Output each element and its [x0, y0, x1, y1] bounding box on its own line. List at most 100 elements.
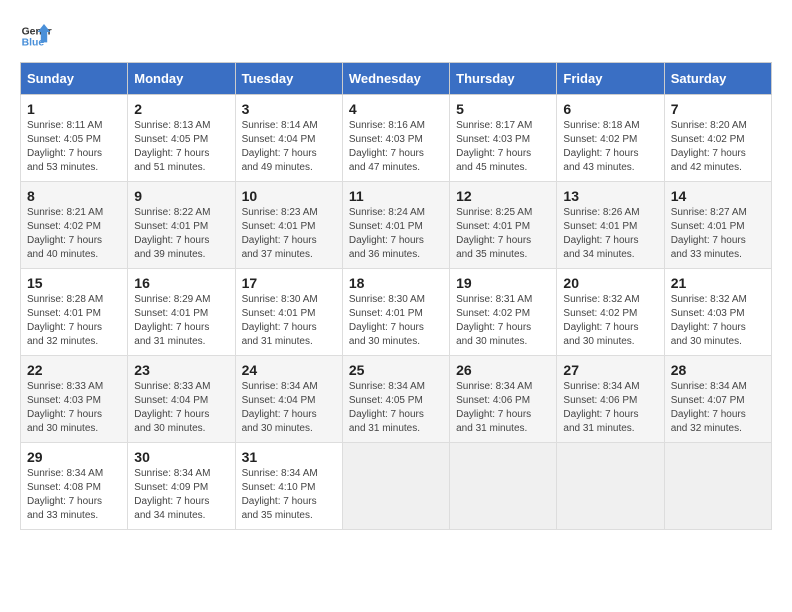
cell-content: Sunrise: 8:28 AMSunset: 4:01 PMDaylight:… [27, 293, 121, 349]
calendar-cell: 3 Sunrise: 8:14 AMSunset: 4:04 PMDaylight… [235, 95, 342, 182]
calendar-cell: 9 Sunrise: 8:22 AMSunset: 4:01 PMDaylight… [128, 182, 235, 269]
calendar-cell: 19Sunrise: 8:31 AMSunset: 4:02 PMDayligh… [450, 269, 557, 356]
cell-content: Sunrise: 8:22 AMSunset: 4:01 PMDaylight:… [134, 206, 228, 262]
calendar-cell: 20 Sunrise: 8:32 AMSunset: 4:02 PMDayligh… [557, 269, 664, 356]
cell-content: Sunrise: 8:34 AMSunset: 4:06 PMDaylight:… [563, 380, 657, 436]
cell-content: Sunrise: 8:34 AMSunset: 4:10 PMDaylight:… [242, 467, 336, 523]
day-number: 28 [671, 362, 765, 378]
day-number: 3 [242, 101, 336, 117]
calendar-cell: 30 Sunrise: 8:34 AMSunset: 4:09 PMDayligh… [128, 443, 235, 530]
cell-content: Sunrise: 8:26 AMSunset: 4:01 PMDaylight:… [563, 206, 657, 262]
day-number: 17 [242, 275, 336, 291]
calendar-cell: 28 Sunrise: 8:34 AMSunset: 4:07 PMDayligh… [664, 356, 771, 443]
cell-content: Sunrise: 8:34 AMSunset: 4:09 PMDaylight:… [134, 467, 228, 523]
calendar-cell: 6 Sunrise: 8:18 AMSunset: 4:02 PMDaylight… [557, 95, 664, 182]
calendar-cell: 17Sunrise: 8:30 AMSunset: 4:01 PMDayligh… [235, 269, 342, 356]
day-number: 20 [563, 275, 657, 291]
col-header-friday: Friday [557, 63, 664, 95]
calendar-cell: 1Sunrise: 8:11 AMSunset: 4:05 PMDaylight… [21, 95, 128, 182]
day-number: 12 [456, 188, 550, 204]
calendar-row: 15 Sunrise: 8:28 AMSunset: 4:01 PMDayligh… [21, 269, 772, 356]
calendar-cell: 13 Sunrise: 8:26 AMSunset: 4:01 PMDayligh… [557, 182, 664, 269]
cell-content: Sunrise: 8:34 AMSunset: 4:04 PMDaylight:… [242, 380, 336, 436]
calendar-cell: 15 Sunrise: 8:28 AMSunset: 4:01 PMDayligh… [21, 269, 128, 356]
day-number: 7 [671, 101, 765, 117]
col-header-monday: Monday [128, 63, 235, 95]
cell-content: Sunrise: 8:16 AMSunset: 4:03 PMDaylight:… [349, 119, 443, 175]
col-header-saturday: Saturday [664, 63, 771, 95]
cell-content: Sunrise: 8:29 AMSunset: 4:01 PMDaylight:… [134, 293, 228, 349]
calendar-cell [664, 443, 771, 530]
day-number: 24 [242, 362, 336, 378]
cell-content: Sunrise: 8:17 AMSunset: 4:03 PMDaylight:… [456, 119, 550, 175]
day-number: 29 [27, 449, 121, 465]
calendar-row: 8 Sunrise: 8:21 AMSunset: 4:02 PMDaylight… [21, 182, 772, 269]
cell-content: Sunrise: 8:34 AMSunset: 4:06 PMDaylight:… [456, 380, 550, 436]
col-header-thursday: Thursday [450, 63, 557, 95]
cell-content: Sunrise: 8:14 AMSunset: 4:04 PMDaylight:… [242, 119, 336, 175]
calendar-cell: 12 Sunrise: 8:25 AMSunset: 4:01 PMDayligh… [450, 182, 557, 269]
day-number: 4 [349, 101, 443, 117]
calendar-cell: 31 Sunrise: 8:34 AMSunset: 4:10 PMDayligh… [235, 443, 342, 530]
calendar-table: SundayMondayTuesdayWednesdayThursdayFrid… [20, 62, 772, 530]
day-number: 21 [671, 275, 765, 291]
day-number: 5 [456, 101, 550, 117]
calendar-cell: 14 Sunrise: 8:27 AMSunset: 4:01 PMDayligh… [664, 182, 771, 269]
cell-content: Sunrise: 8:34 AMSunset: 4:05 PMDaylight:… [349, 380, 443, 436]
day-number: 2 [134, 101, 228, 117]
cell-content: Sunrise: 8:13 AMSunset: 4:05 PMDaylight:… [134, 119, 228, 175]
day-number: 11 [349, 188, 443, 204]
cell-content: Sunrise: 8:30 AMSunset: 4:01 PMDaylight:… [349, 293, 443, 349]
calendar-cell: 23Sunrise: 8:33 AMSunset: 4:04 PMDayligh… [128, 356, 235, 443]
day-number: 16 [134, 275, 228, 291]
calendar-cell: 24 Sunrise: 8:34 AMSunset: 4:04 PMDayligh… [235, 356, 342, 443]
col-header-wednesday: Wednesday [342, 63, 449, 95]
calendar-row: 29 Sunrise: 8:34 AMSunset: 4:08 PMDayligh… [21, 443, 772, 530]
cell-content: Sunrise: 8:11 AMSunset: 4:05 PMDaylight:… [27, 119, 121, 175]
day-number: 14 [671, 188, 765, 204]
cell-content: Sunrise: 8:34 AMSunset: 4:08 PMDaylight:… [27, 467, 121, 523]
day-number: 18 [349, 275, 443, 291]
calendar-cell: 8 Sunrise: 8:21 AMSunset: 4:02 PMDaylight… [21, 182, 128, 269]
cell-content: Sunrise: 8:34 AMSunset: 4:07 PMDaylight:… [671, 380, 765, 436]
day-number: 27 [563, 362, 657, 378]
day-number: 31 [242, 449, 336, 465]
calendar-cell [450, 443, 557, 530]
col-header-sunday: Sunday [21, 63, 128, 95]
calendar-cell [557, 443, 664, 530]
day-number: 9 [134, 188, 228, 204]
cell-content: Sunrise: 8:25 AMSunset: 4:01 PMDaylight:… [456, 206, 550, 262]
calendar-cell: 22 Sunrise: 8:33 AMSunset: 4:03 PMDayligh… [21, 356, 128, 443]
calendar-cell: 16 Sunrise: 8:29 AMSunset: 4:01 PMDayligh… [128, 269, 235, 356]
day-number: 26 [456, 362, 550, 378]
calendar-cell: 18 Sunrise: 8:30 AMSunset: 4:01 PMDayligh… [342, 269, 449, 356]
header-row: SundayMondayTuesdayWednesdayThursdayFrid… [21, 63, 772, 95]
calendar-cell: 21 Sunrise: 8:32 AMSunset: 4:03 PMDayligh… [664, 269, 771, 356]
calendar-cell: 27 Sunrise: 8:34 AMSunset: 4:06 PMDayligh… [557, 356, 664, 443]
cell-content: Sunrise: 8:27 AMSunset: 4:01 PMDaylight:… [671, 206, 765, 262]
cell-content: Sunrise: 8:23 AMSunset: 4:01 PMDaylight:… [242, 206, 336, 262]
day-number: 6 [563, 101, 657, 117]
day-number: 15 [27, 275, 121, 291]
day-number: 22 [27, 362, 121, 378]
cell-content: Sunrise: 8:31 AMSunset: 4:02 PMDaylight:… [456, 293, 550, 349]
calendar-cell [342, 443, 449, 530]
cell-content: Sunrise: 8:32 AMSunset: 4:02 PMDaylight:… [563, 293, 657, 349]
cell-content: Sunrise: 8:21 AMSunset: 4:02 PMDaylight:… [27, 206, 121, 262]
cell-content: Sunrise: 8:18 AMSunset: 4:02 PMDaylight:… [563, 119, 657, 175]
day-number: 8 [27, 188, 121, 204]
day-number: 10 [242, 188, 336, 204]
calendar-cell: 11Sunrise: 8:24 AMSunset: 4:01 PMDayligh… [342, 182, 449, 269]
day-number: 13 [563, 188, 657, 204]
calendar-cell: 7 Sunrise: 8:20 AMSunset: 4:02 PMDaylight… [664, 95, 771, 182]
day-number: 30 [134, 449, 228, 465]
cell-content: Sunrise: 8:20 AMSunset: 4:02 PMDaylight:… [671, 119, 765, 175]
cell-content: Sunrise: 8:33 AMSunset: 4:03 PMDaylight:… [27, 380, 121, 436]
calendar-cell: 29 Sunrise: 8:34 AMSunset: 4:08 PMDayligh… [21, 443, 128, 530]
calendar-cell: 4 Sunrise: 8:16 AMSunset: 4:03 PMDaylight… [342, 95, 449, 182]
calendar-row: 22 Sunrise: 8:33 AMSunset: 4:03 PMDayligh… [21, 356, 772, 443]
cell-content: Sunrise: 8:32 AMSunset: 4:03 PMDaylight:… [671, 293, 765, 349]
calendar-cell: 26 Sunrise: 8:34 AMSunset: 4:06 PMDayligh… [450, 356, 557, 443]
calendar-cell: 10 Sunrise: 8:23 AMSunset: 4:01 PMDayligh… [235, 182, 342, 269]
logo-icon: General Blue [20, 20, 52, 52]
